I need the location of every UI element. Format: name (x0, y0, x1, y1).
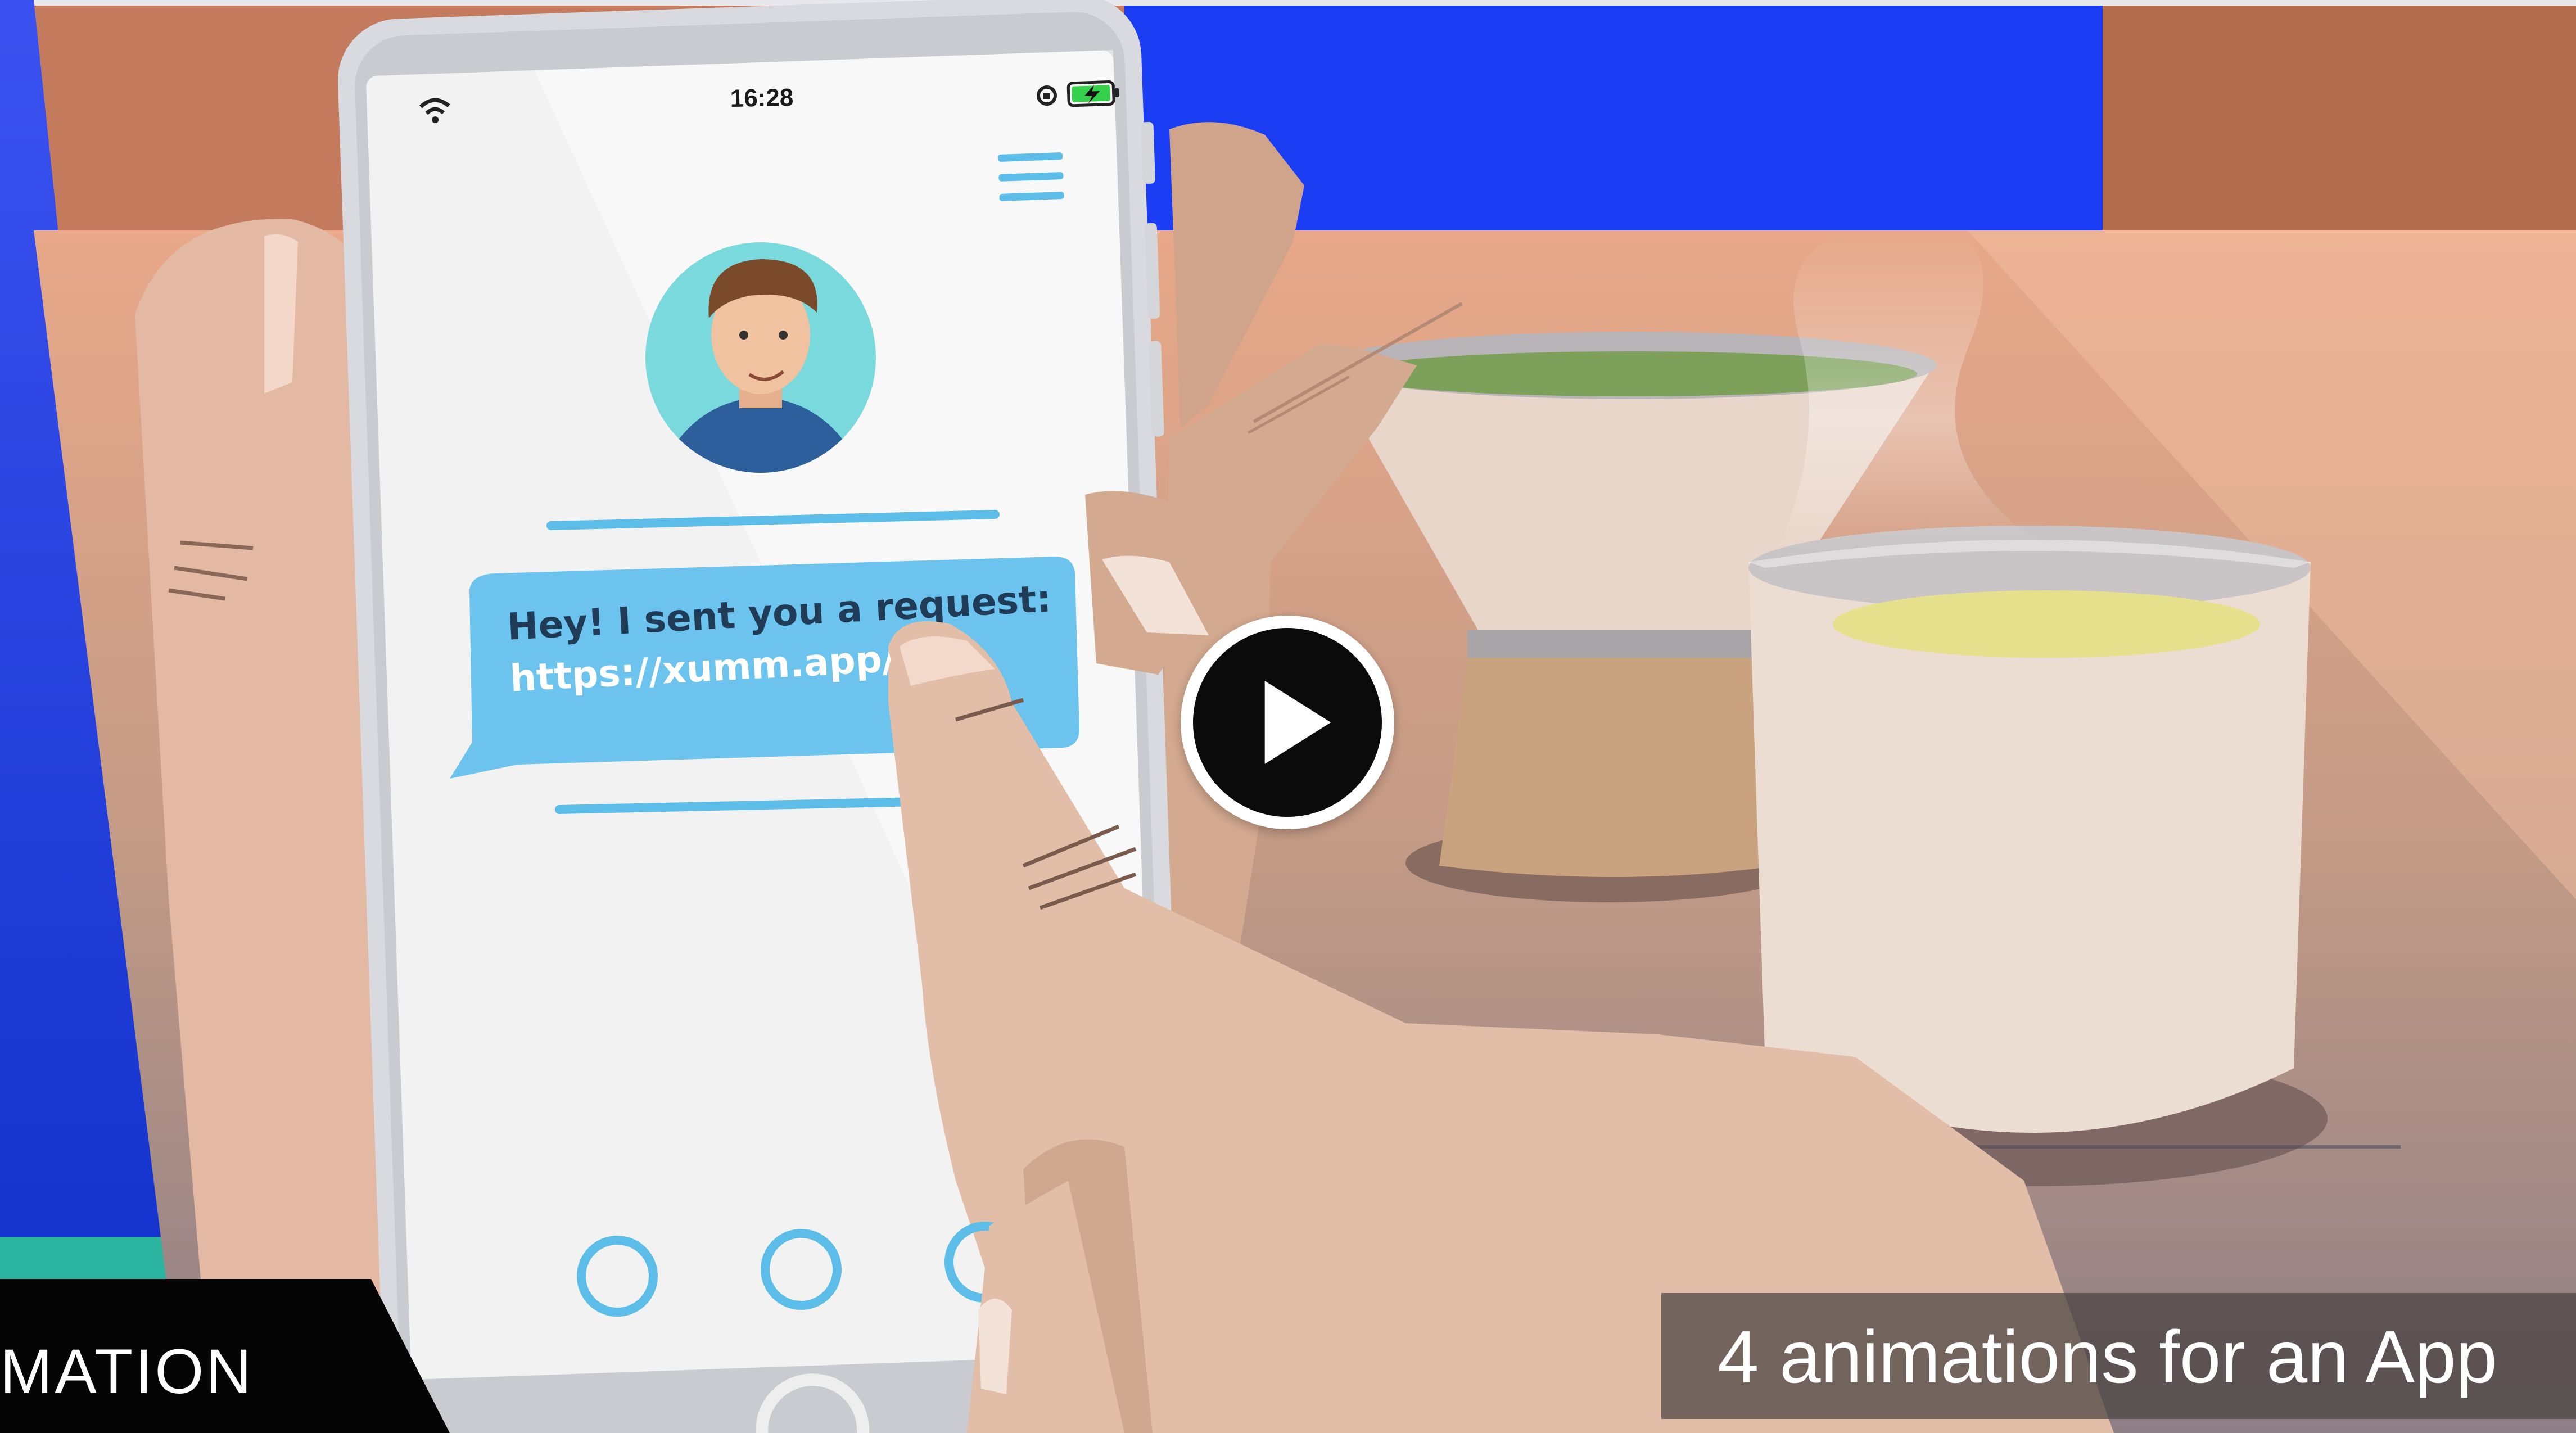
hamburger-menu-icon[interactable] (998, 152, 1064, 201)
video-caption: 4 animations for an App (1718, 1316, 2497, 1398)
status-bar-time: 16:28 (730, 84, 794, 112)
play-icon (1264, 681, 1331, 764)
video-caption-box: 4 animations for an App (1661, 1293, 2576, 1419)
play-button[interactable] (1181, 616, 1394, 829)
brand-label: MATION (0, 1336, 254, 1407)
